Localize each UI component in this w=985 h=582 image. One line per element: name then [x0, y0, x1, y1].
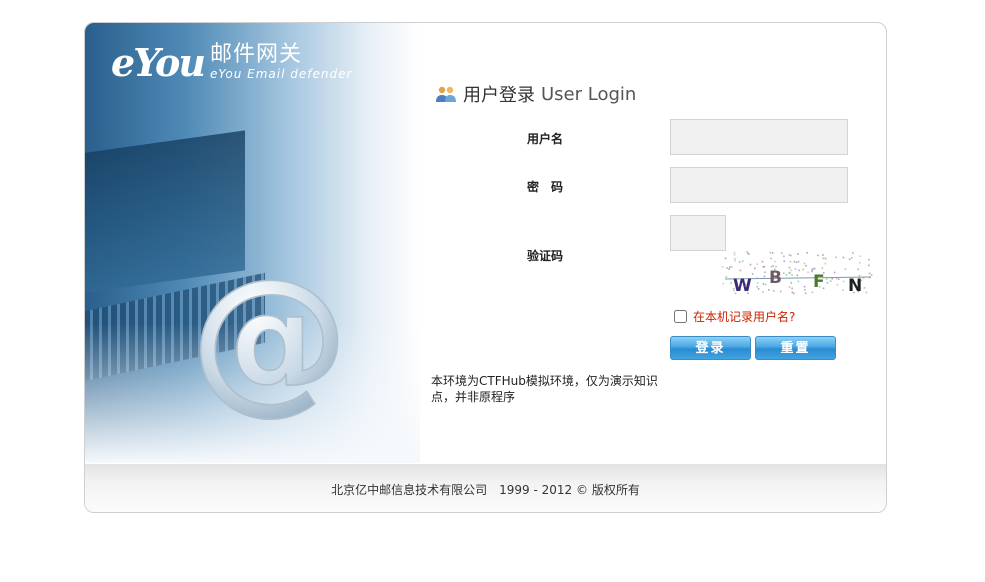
at-sign-icon: @: [189, 263, 349, 428]
hero-banner: eYou 邮件网关 eYou Email defender @: [85, 23, 420, 463]
captcha-image[interactable]: W B F N: [721, 251, 877, 295]
remember-checkbox[interactable]: [674, 310, 687, 323]
users-icon: [436, 86, 456, 102]
username-label: 用户名: [527, 132, 564, 146]
captcha-input[interactable]: [670, 215, 726, 251]
login-button[interactable]: 登录: [670, 336, 751, 360]
brand-logo: eYou 邮件网关 eYou Email defender: [111, 43, 352, 83]
login-heading: 用户登录 User Login: [435, 81, 636, 107]
brand-name-cn: 邮件网关: [209, 42, 302, 67]
remember-username[interactable]: 在本机记录用户名?: [674, 308, 795, 325]
environment-notice: 本环境为CTFHub模拟环境，仅为演示知识点，并非原程序: [431, 374, 658, 404]
captcha-char: F: [813, 272, 825, 292]
copyright-text: 北京亿中邮信息技术有限公司 1999 - 2012 © 版权所有: [331, 483, 640, 497]
password-input[interactable]: [670, 167, 848, 203]
login-title-cn: 用户登录: [463, 85, 535, 106]
captcha-char: B: [769, 268, 782, 288]
password-label: 密 码: [527, 180, 564, 194]
login-panel: eYou 邮件网关 eYou Email defender @ 用户登录 Use…: [84, 22, 887, 513]
captcha-char: W: [733, 276, 752, 295]
login-title-en: User Login: [541, 83, 637, 105]
svg-text:@: @: [190, 263, 348, 428]
reset-button[interactable]: 重置: [755, 336, 836, 360]
footer: 北京亿中邮信息技术有限公司 1999 - 2012 © 版权所有: [85, 464, 886, 512]
captcha-label: 验证码: [527, 249, 564, 263]
remember-label: 在本机记录用户名?: [693, 310, 796, 324]
brand-name-en: eYou Email defender: [209, 67, 353, 81]
username-input[interactable]: [670, 119, 848, 155]
captcha-char: N: [848, 276, 862, 295]
eyou-logo: eYou: [111, 40, 206, 85]
